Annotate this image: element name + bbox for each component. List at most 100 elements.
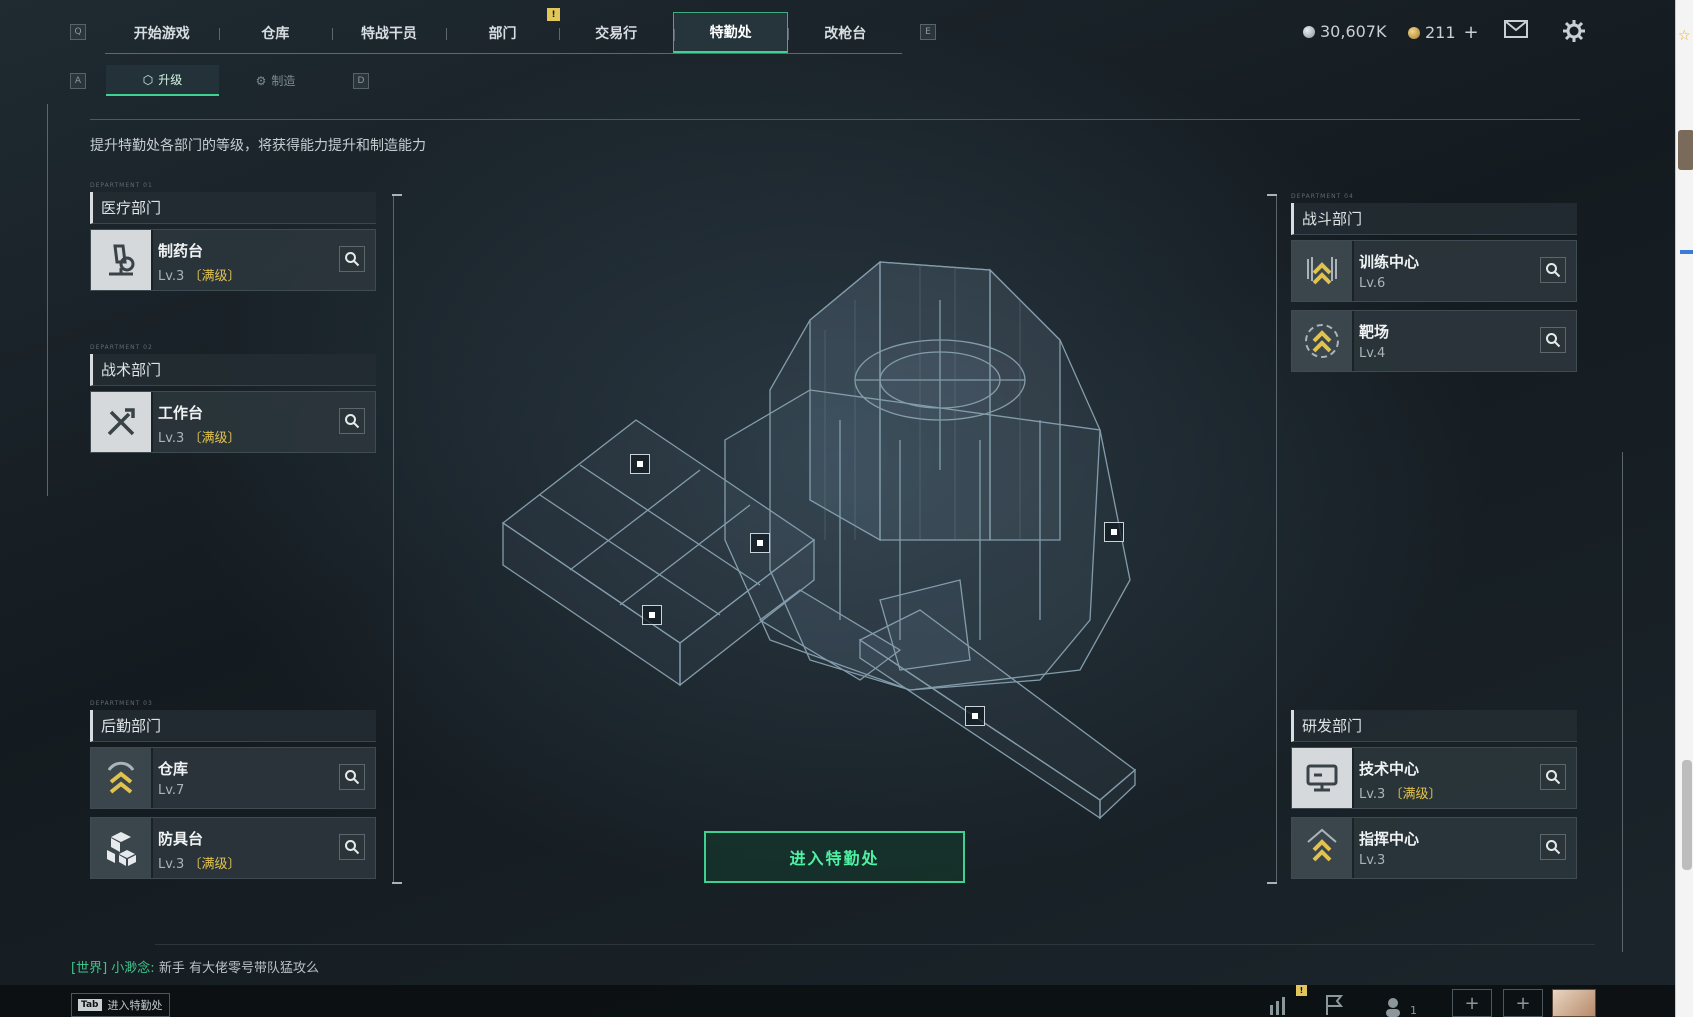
search-icon[interactable] [339,408,365,434]
gear-icon[interactable] [1563,20,1589,42]
dept-caption: DEPARTMENT 04 [1291,193,1354,200]
rank-chevron-icon [1292,241,1354,301]
tab-trading[interactable]: 交易行 [559,12,673,53]
facility-name: 工作台 [158,404,204,422]
friends-button[interactable]: 1 [1384,993,1417,1017]
facility-card-pharmacy[interactable]: 制药台 Lv.3 〔满级〕 [90,229,376,291]
chat-user[interactable]: 小渺念: [111,961,154,976]
subnav-left-key-hint[interactable]: A [70,73,86,89]
facility-name: 技术中心 [1359,760,1420,778]
tab-warehouse[interactable]: 仓库 [218,12,333,53]
divider [90,119,1580,120]
facility-level: Lv.3 [158,857,185,872]
scrollbar[interactable] [1682,760,1692,870]
upgrade-icon: ⬡ [142,72,154,87]
enter-special-service-button[interactable]: 进入特勤处 [704,831,965,883]
game-window: Q E ! 开始游戏 仓库 特战干员 部门 交易行 特勤处 改枪台 30,607… [0,0,1675,1017]
tab-departments[interactable]: 部门 [445,12,560,53]
avatar[interactable] [1552,989,1596,1017]
search-icon[interactable] [1540,764,1566,790]
nav-left-key-hint[interactable]: Q [70,24,86,40]
gold-value: 211 [1425,23,1456,42]
tab-craft[interactable]: ⚙ 制造 [219,65,332,96]
rank-chevron-icon [1292,818,1354,878]
add-slot-button[interactable]: + [1503,989,1543,1017]
bracket-tick [392,194,402,196]
tab-gunsmith[interactable]: 改枪台 [788,12,902,53]
search-icon[interactable] [1540,327,1566,353]
right-bracket [1276,194,1277,884]
base-blueprint[interactable] [480,240,1160,860]
bracket-tick [1267,194,1277,196]
silver-currency: 30,607K [1303,22,1386,41]
bracket-tick [392,882,402,884]
bottom-bar [0,985,1675,1017]
search-icon[interactable] [339,834,365,860]
silver-coin-icon [1303,25,1315,38]
cubes-icon [91,818,153,878]
search-icon[interactable] [339,246,365,272]
dept-tactical: DEPARTMENT 02 战术部门 工作台 Lv.3 〔满级〕 [90,344,376,453]
facility-card-shooting-range[interactable]: 靶场 Lv.4 [1291,310,1577,372]
tab-craft-label: 制造 [271,74,296,88]
page-description: 提升特勤处各部门的等级，将获得能力提升和制造能力 [90,138,426,154]
facility-level: Lv.3 [1359,787,1386,802]
tab-operators[interactable]: 特战干员 [332,12,446,53]
map-marker[interactable] [642,605,662,625]
facility-card-workbench[interactable]: 工作台 Lv.3 〔满级〕 [90,391,376,453]
facility-card-command-center[interactable]: 指挥中心 Lv.3 [1291,817,1577,879]
friends-count: 1 [1410,1004,1417,1017]
subnav-right-key-hint[interactable]: D [353,73,369,89]
facility-card-tech-center[interactable]: 技术中心 Lv.3 〔满级〕 [1291,747,1577,809]
facility-level: Lv.3 [158,269,185,284]
microscope-icon [91,230,153,290]
dept-medical: DEPARTMENT 01 医疗部门 制药台 Lv.3 〔满级〕 [90,182,376,291]
dept-logistics: DEPARTMENT 03 后勤部门 仓库 Lv.7 防具台 Lv.3 〔满级〕 [90,700,376,879]
divider [155,944,1595,945]
facility-card-training-center[interactable]: 训练中心 Lv.6 [1291,240,1577,302]
maxed-label: 〔满级〕 [188,269,241,284]
facility-card-armor-bench[interactable]: 防具台 Lv.3 〔满级〕 [90,817,376,879]
tab-start-game[interactable]: 开始游戏 [105,12,219,53]
map-marker[interactable] [750,533,770,553]
mail-icon[interactable] [1504,20,1530,42]
facility-level: Lv.4 [1359,346,1386,361]
tab-enter-hint[interactable]: Tab 进入特勤处 [71,993,170,1017]
facility-name: 防具台 [158,830,204,848]
dept-caption: DEPARTMENT 01 [90,182,153,189]
facility-card-storage[interactable]: 仓库 Lv.7 [90,747,376,809]
craft-icon: ⚙ [255,73,267,88]
facility-name: 靶场 [1359,323,1390,341]
map-marker[interactable] [1104,522,1124,542]
facility-name: 指挥中心 [1359,830,1420,848]
nav-right-key-hint[interactable]: E [920,24,936,40]
dept-caption: DEPARTMENT 03 [90,700,153,707]
map-marker[interactable] [630,454,650,474]
map-marker[interactable] [965,706,985,726]
stats-icon[interactable] [1268,993,1292,1017]
dept-title: 战术部门 [90,354,376,386]
search-icon[interactable] [1540,834,1566,860]
stats-badge: ! [1296,985,1307,996]
left-bracket [393,194,394,884]
tab-upgrade-label: 升级 [158,73,183,87]
tab-special-service[interactable]: 特勤处 [672,12,789,53]
facility-level: Lv.3 [1359,853,1386,868]
edge-line [1622,452,1623,952]
dept-title: 战斗部门 [1291,203,1577,235]
star-icon[interactable]: ☆ [1678,28,1691,44]
maxed-label: 〔满级〕 [188,857,241,872]
add-gold-button[interactable]: + [1464,22,1479,43]
search-icon[interactable] [339,764,365,790]
add-slot-button[interactable]: + [1452,989,1492,1017]
chat-line[interactable]: [世界] 小渺念: 新手 有大佬零号带队猛攻么 [71,957,319,976]
friends-icon [1386,998,1400,1017]
bracket-tick [1267,882,1277,884]
search-icon[interactable] [1540,257,1566,283]
tab-upgrade[interactable]: ⬡ 升级 [106,65,219,96]
facility-name: 训练中心 [1359,253,1420,271]
flag-icon[interactable] [1323,993,1345,1017]
side-thumbnail[interactable] [1678,130,1693,170]
dept-research: 研发部门 技术中心 Lv.3 〔满级〕 指挥中心 Lv.3 [1291,710,1577,879]
maxed-label: 〔满级〕 [1389,787,1442,802]
